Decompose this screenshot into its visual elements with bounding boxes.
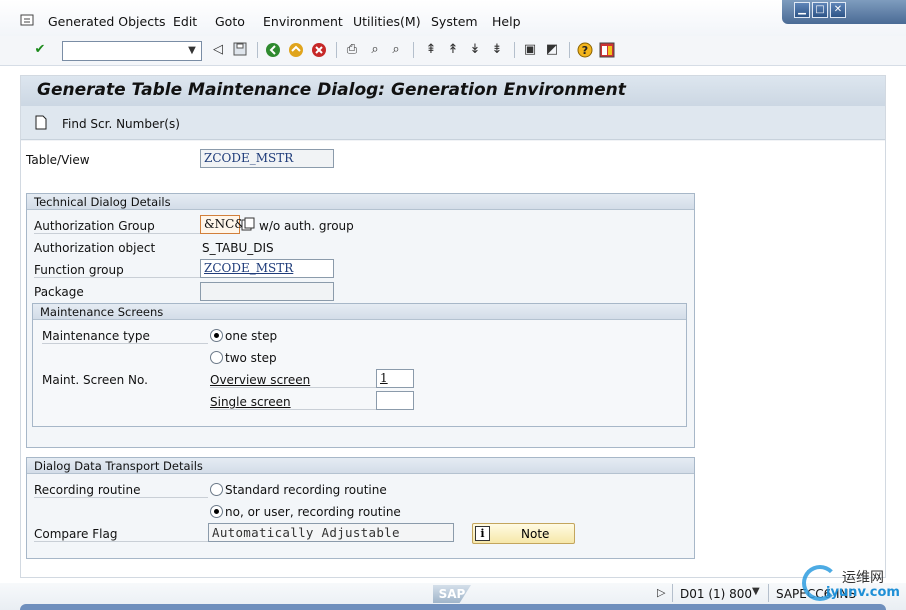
one-step-radio[interactable] bbox=[210, 329, 223, 342]
compare-flag-label: Compare Flag bbox=[34, 527, 208, 542]
chevron-down-icon[interactable]: ▼ bbox=[183, 42, 201, 60]
command-field[interactable] bbox=[62, 41, 202, 61]
overview-screen-label[interactable]: Overview screen bbox=[210, 373, 376, 388]
back-icon[interactable]: ◁ bbox=[210, 42, 226, 58]
svg-text:?: ? bbox=[582, 44, 588, 57]
standard-recording-radio[interactable] bbox=[210, 483, 223, 496]
menu-edit[interactable]: Edit bbox=[173, 14, 197, 29]
system-dropdown-icon[interactable]: ▼ bbox=[752, 586, 760, 597]
two-step-radio[interactable] bbox=[210, 351, 223, 364]
group-header: Dialog Data Transport Details bbox=[27, 458, 694, 474]
last-page-icon[interactable]: ⇟ bbox=[489, 42, 505, 58]
next-page-icon[interactable]: ↡ bbox=[467, 42, 483, 58]
first-page-icon[interactable]: ⇞ bbox=[423, 42, 439, 58]
authorization-group-desc: w/o auth. group bbox=[259, 219, 354, 233]
status-separator bbox=[672, 584, 673, 602]
table-view-field: ZCODE_MSTR bbox=[200, 149, 334, 168]
standard-recording-label[interactable]: Standard recording routine bbox=[225, 483, 387, 497]
single-screen-field[interactable] bbox=[376, 391, 414, 410]
menu-goto[interactable]: Goto bbox=[215, 14, 245, 29]
no-user-recording-label[interactable]: no, or user, recording routine bbox=[225, 505, 401, 519]
status-toggle-icon[interactable]: ▷ bbox=[657, 586, 665, 599]
authorization-object-value: S_TABU_DIS bbox=[202, 241, 274, 255]
menu-environment[interactable]: Environment bbox=[263, 14, 343, 29]
window-controls: ▁ □ ✕ bbox=[782, 0, 906, 24]
save-icon[interactable] bbox=[232, 42, 248, 58]
toolbar-separator bbox=[413, 42, 414, 58]
recording-routine-label: Recording routine bbox=[34, 483, 208, 498]
package-label: Package bbox=[34, 285, 84, 299]
watermark-url: iyunv.com bbox=[826, 585, 900, 600]
watermark-text: 运维网 bbox=[842, 570, 884, 586]
group-header: Maintenance Screens bbox=[33, 304, 686, 320]
no-user-recording-radio[interactable] bbox=[210, 505, 223, 518]
function-group-field[interactable]: ZCODE_MSTR bbox=[200, 259, 334, 278]
bottom-edge bbox=[20, 604, 886, 610]
one-step-label[interactable]: one step bbox=[225, 329, 277, 343]
toolbar-separator bbox=[514, 42, 515, 58]
system-info: D01 (1) 800 bbox=[680, 587, 753, 601]
find-next-icon[interactable]: ⌕ bbox=[388, 42, 404, 58]
help-icon[interactable]: ? bbox=[577, 42, 593, 58]
authorization-group-field[interactable]: &NC& bbox=[200, 215, 245, 234]
value-help-icon[interactable] bbox=[241, 217, 255, 232]
exit-icon[interactable] bbox=[288, 42, 304, 58]
find-screen-numbers-button[interactable]: Find Scr. Number(s) bbox=[62, 117, 180, 131]
menu-generated-objects[interactable]: Generated Objects bbox=[48, 14, 166, 29]
toolbar-separator bbox=[257, 42, 258, 58]
cancel-icon[interactable] bbox=[311, 42, 327, 58]
back-nav-icon[interactable] bbox=[265, 42, 281, 58]
maximize-icon[interactable]: □ bbox=[812, 2, 828, 18]
maint-screen-no-label: Maint. Screen No. bbox=[42, 373, 148, 387]
document-icon[interactable] bbox=[35, 115, 47, 130]
function-group-label: Function group bbox=[34, 263, 200, 278]
status-separator bbox=[768, 584, 769, 602]
toolbar-separator bbox=[569, 42, 570, 58]
close-icon[interactable]: ✕ bbox=[830, 2, 846, 18]
note-button-label: Note bbox=[521, 527, 550, 541]
toolbar-separator bbox=[336, 42, 337, 58]
authorization-group-label: Authorization Group bbox=[34, 219, 200, 234]
two-step-label[interactable]: two step bbox=[225, 351, 277, 365]
group-header: Technical Dialog Details bbox=[27, 194, 694, 210]
prev-page-icon[interactable]: ↟ bbox=[445, 42, 461, 58]
enter-icon[interactable]: ✔ bbox=[32, 42, 48, 58]
menu-icon[interactable] bbox=[20, 13, 36, 27]
page-title: Generate Table Maintenance Dialog: Gener… bbox=[37, 80, 626, 100]
note-button[interactable]: i Note bbox=[472, 523, 575, 544]
print-icon[interactable]: ⎙ bbox=[344, 42, 360, 58]
create-session-icon[interactable]: ▣ bbox=[522, 42, 538, 58]
package-field bbox=[200, 282, 334, 301]
table-view-label: Table/View bbox=[26, 153, 90, 167]
layout-icon[interactable] bbox=[599, 42, 615, 58]
authorization-object-label: Authorization object bbox=[34, 241, 156, 255]
single-screen-label[interactable]: Single screen bbox=[210, 395, 376, 410]
menu-system[interactable]: System bbox=[431, 14, 478, 29]
find-icon[interactable]: ⌕ bbox=[367, 42, 383, 58]
shortcut-icon[interactable]: ◩ bbox=[544, 42, 560, 58]
minimize-icon[interactable]: ▁ bbox=[794, 2, 810, 18]
overview-screen-field[interactable]: 1 bbox=[376, 369, 414, 388]
maintenance-type-label: Maintenance type bbox=[42, 329, 208, 344]
menu-help[interactable]: Help bbox=[492, 14, 521, 29]
compare-flag-field: Automatically Adjustable bbox=[208, 523, 454, 542]
menu-utilities[interactable]: Utilities(M) bbox=[353, 14, 421, 29]
info-icon: i bbox=[475, 526, 490, 541]
